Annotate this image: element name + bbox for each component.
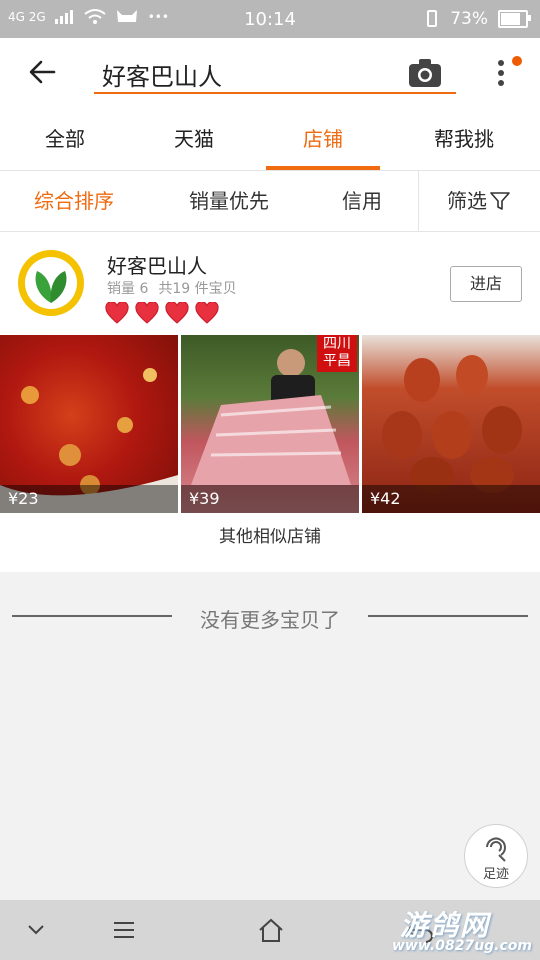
filter-label: 筛选 (447, 189, 487, 213)
divider-right (368, 615, 528, 617)
footprint-icon (486, 837, 506, 862)
product-thumb-sausage[interactable]: ¥42 (362, 335, 540, 513)
no-more-items-text: 没有更多宝贝了 (200, 608, 340, 632)
heart-icon (105, 302, 129, 324)
menu-icon[interactable] (108, 914, 140, 946)
tab-all[interactable]: 全部 (0, 108, 130, 170)
back-arrow-icon[interactable] (28, 58, 56, 86)
search-input[interactable]: 好客巴山人 (94, 52, 456, 94)
more-menu-icon[interactable] (498, 60, 508, 90)
tab-help-me-pick[interactable]: 帮我挑 (400, 108, 528, 170)
leaf-logo-icon (35, 271, 67, 303)
funnel-icon (490, 192, 510, 210)
search-query: 好客巴山人 (102, 63, 222, 91)
heart-icon (135, 302, 159, 324)
enter-shop-button[interactable]: 进店 (450, 266, 522, 302)
shop-rating (105, 302, 219, 324)
shop-sales: 销量 6 (107, 281, 149, 297)
heart-icon (195, 302, 219, 324)
battery-percent: 73% (450, 9, 488, 29)
sort-divider (418, 171, 419, 231)
camera-icon[interactable] (408, 58, 442, 88)
sort-sales[interactable]: 销量优先 (189, 171, 269, 231)
product-thumb-pork[interactable]: 四川平昌 ¥39 (181, 335, 359, 513)
end-of-list: 没有更多宝贝了 (0, 600, 540, 634)
filter-button[interactable]: 筛选 (447, 171, 511, 231)
tab-shops[interactable]: 店铺 (266, 108, 380, 170)
sort-comprehensive[interactable]: 综合排序 (34, 171, 114, 231)
sort-credit[interactable]: 信用 (342, 171, 382, 231)
origin-tag: 四川平昌 (317, 335, 357, 372)
shop-logo[interactable] (18, 250, 84, 316)
chevron-down-icon[interactable] (20, 914, 52, 946)
product-price: ¥23 (0, 485, 178, 513)
battery-fill (501, 13, 520, 25)
home-icon[interactable] (255, 914, 287, 946)
shop-name[interactable]: 好客巴山人 (107, 250, 207, 279)
status-bar: 4G 2G ••• 10:14 73% (0, 0, 540, 38)
footprint-button[interactable]: 足迹 (464, 824, 528, 888)
search-header: 好客巴山人 (0, 38, 540, 109)
site-watermark: 游鸽网 www.0827ug.com (392, 904, 540, 960)
product-price: ¥39 (181, 485, 359, 513)
product-price: ¥42 (362, 485, 540, 513)
shop-card: 好客巴山人 销量 6 共19 件宝贝 进店 ¥23 四川平昌 ¥39 ¥42 其… (0, 232, 540, 572)
watermark-url: www.0827ug.com (392, 938, 532, 954)
status-right: 73% (424, 9, 531, 29)
shop-item-count: 共19 件宝贝 (158, 281, 237, 297)
battery-icon (498, 10, 531, 28)
footprint-label: 足迹 (482, 867, 509, 882)
heart-icon (165, 302, 189, 324)
vibrate-icon (427, 10, 438, 27)
similar-shops-link[interactable]: 其他相似店铺 (0, 522, 540, 547)
category-tabs: 全部 天猫 店铺 帮我挑 (0, 108, 540, 171)
notification-dot (512, 56, 522, 66)
active-tab-indicator (266, 166, 380, 170)
product-strip: ¥23 四川平昌 ¥39 ¥42 (0, 335, 540, 513)
shop-meta: 销量 6 共19 件宝贝 (107, 278, 237, 298)
sort-bar: 综合排序 销量优先 信用 筛选 (0, 171, 540, 232)
product-thumb-chili-sauce[interactable]: ¥23 (0, 335, 178, 513)
tab-tmall[interactable]: 天猫 (130, 108, 258, 170)
